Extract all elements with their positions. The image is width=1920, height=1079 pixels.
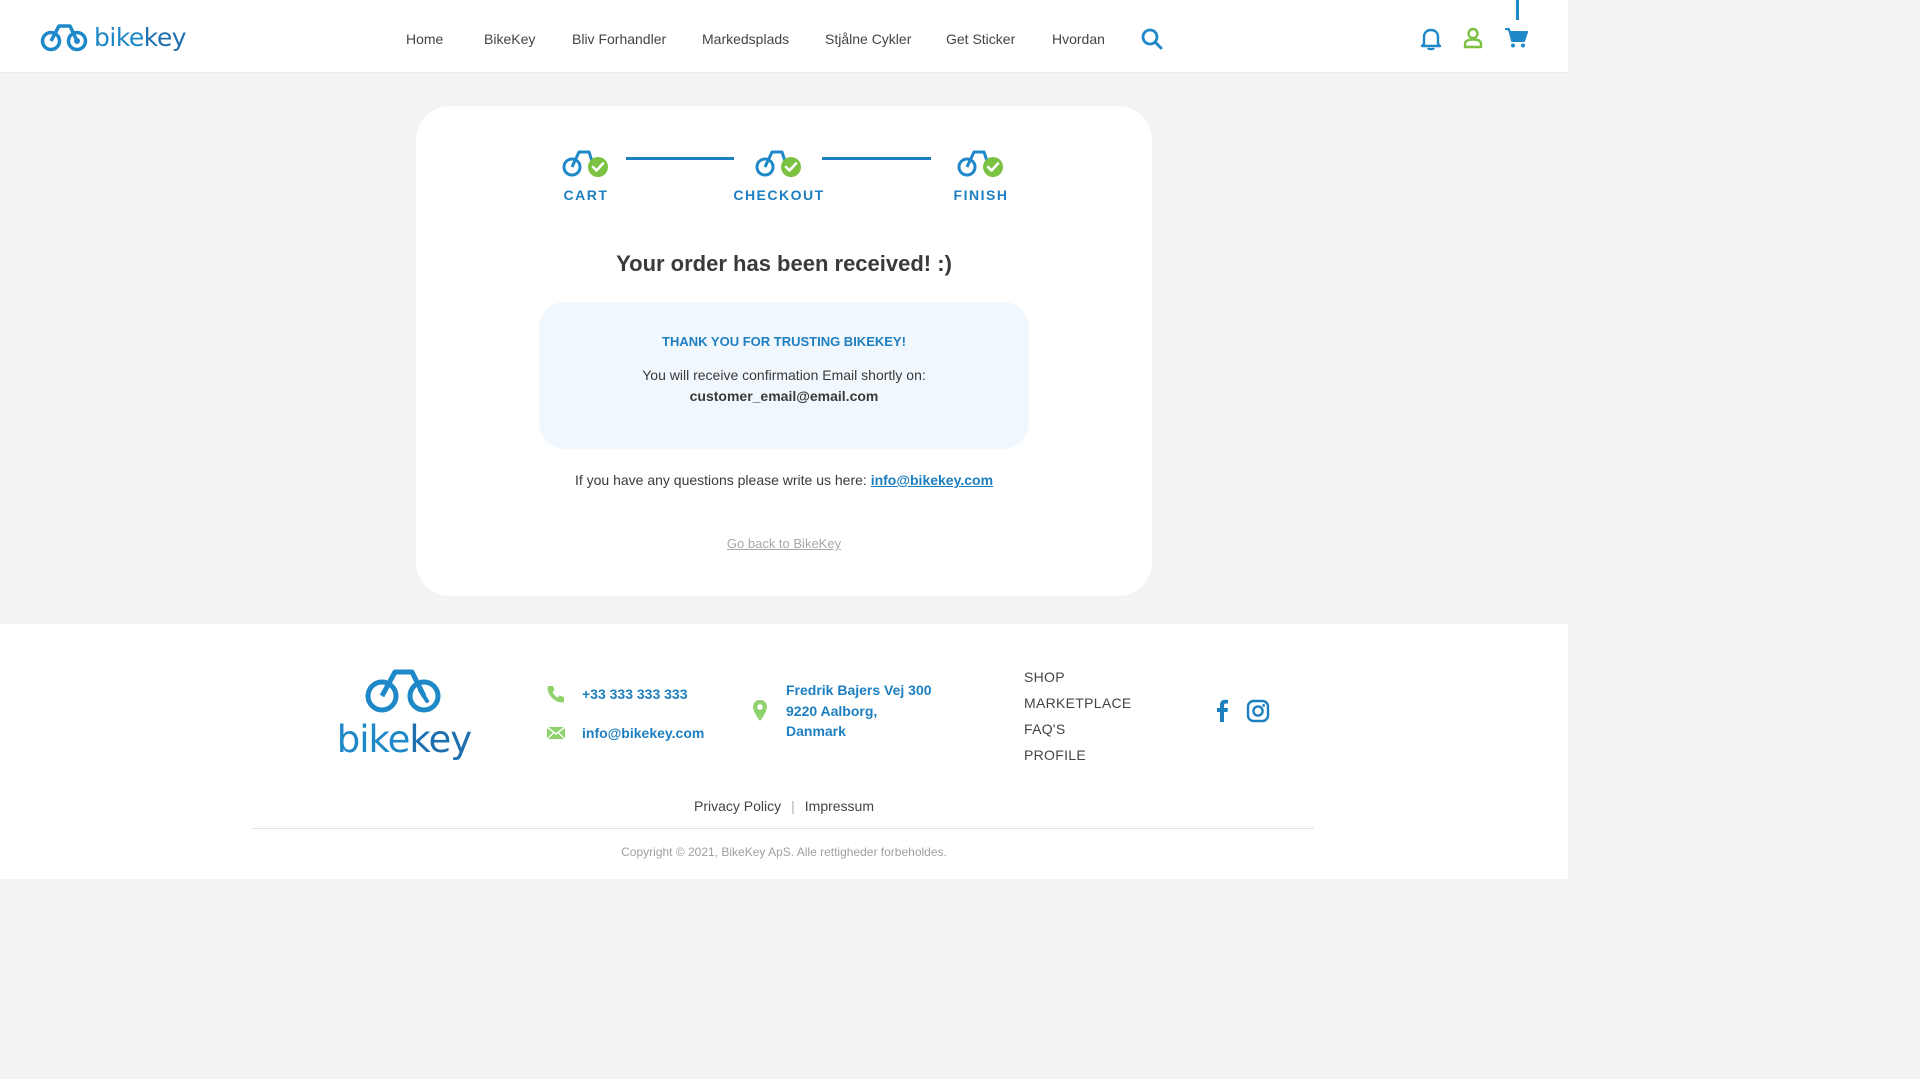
nav-markedsplads[interactable]: Markedsplads <box>702 30 789 48</box>
customer-email: customer_email@email.com <box>689 388 879 404</box>
legal-separator: | <box>791 798 795 814</box>
bell-icon[interactable] <box>1420 27 1442 51</box>
footer-phone[interactable]: +33 333 333 333 <box>546 684 688 704</box>
cart-icon[interactable] <box>1504 27 1528 49</box>
nav-bliv-forhandler[interactable]: Bliv Forhandler <box>572 30 666 48</box>
step-cart: CART <box>526 146 646 203</box>
footer-address: Fredrik Bajers Vej 300 9220 Aalborg, Dan… <box>752 680 932 742</box>
instagram-icon[interactable] <box>1246 699 1270 723</box>
phone-number: +33 333 333 333 <box>582 686 688 702</box>
nav-bikekey[interactable]: BikeKey <box>484 30 535 48</box>
step-label: CART <box>563 187 609 203</box>
bike-check-icon <box>755 150 801 177</box>
phone-icon <box>547 686 564 703</box>
address-line-1: Fredrik Bajers Vej 300 <box>786 682 932 698</box>
mail-icon <box>546 726 566 740</box>
support-email-link[interactable]: info@bikekey.com <box>871 472 993 488</box>
bike-logo-icon <box>40 24 88 52</box>
step-connector <box>822 157 931 160</box>
back-link-wrap: Go back to BikeKey <box>416 536 1152 551</box>
footer-email[interactable]: info@bikekey.com <box>546 725 704 741</box>
bike-check-icon <box>957 150 1003 177</box>
footer-links: SHOP MARKETPLACE FAQ'S PROFILE <box>1024 664 1132 768</box>
questions-line: If you have any questions please write u… <box>416 472 1152 488</box>
location-pin-icon <box>753 699 767 721</box>
page-title: Your order has been received! :) <box>616 251 952 276</box>
nav-hvordan[interactable]: Hvordan <box>1052 30 1105 48</box>
footer-link-faqs[interactable]: FAQ'S <box>1024 716 1132 742</box>
nav-home[interactable]: Home <box>406 30 443 48</box>
cart-indicator <box>1516 0 1519 20</box>
footer-link-profile[interactable]: PROFILE <box>1024 742 1132 768</box>
search-icon[interactable] <box>1141 28 1163 50</box>
header-logo[interactable]: bikekey <box>40 22 187 52</box>
legal-links: Privacy Policy | Impressum <box>0 798 1568 814</box>
bike-logo-icon <box>365 669 441 713</box>
site-footer: bikekey +33 333 333 333 info@bikekey.com… <box>0 624 1568 879</box>
privacy-policy-link[interactable]: Privacy Policy <box>694 798 781 814</box>
nav-stjalne-cykler[interactable]: Stjålne Cykler <box>825 30 911 48</box>
impressum-link[interactable]: Impressum <box>805 798 874 814</box>
go-back-link[interactable]: Go back to BikeKey <box>727 536 841 551</box>
questions-text: If you have any questions please write u… <box>574 472 867 488</box>
facebook-icon[interactable] <box>1214 699 1230 723</box>
footer-logo-text: bikekey <box>336 718 472 761</box>
footer-link-shop[interactable]: SHOP <box>1024 664 1132 690</box>
step-label: CHECKOUT <box>733 187 825 203</box>
step-label: FINISH <box>953 187 1009 203</box>
thanks-heading: THANK YOU FOR TRUSTING BIKEKEY! <box>662 334 906 349</box>
footer-divider <box>252 828 1314 829</box>
step-checkout: CHECKOUT <box>719 146 839 203</box>
bike-check-icon <box>562 150 608 177</box>
footer-logo[interactable]: bikekey <box>334 666 474 758</box>
order-confirmation-card: CART CHECKOUT FINISH Your order has been… <box>416 106 1152 596</box>
address-line-2: 9220 Aalborg, <box>786 702 878 719</box>
site-header: bikekey Home BikeKey Bliv Forhandler Mar… <box>0 0 1568 73</box>
step-finish: FINISH <box>921 146 1041 203</box>
email-address: info@bikekey.com <box>582 725 705 741</box>
address-line-3: Danmark <box>786 723 846 739</box>
confirmation-text: You will receive confirmation Email shor… <box>642 367 926 383</box>
nav-get-sticker[interactable]: Get Sticker <box>946 30 1015 48</box>
user-icon[interactable] <box>1463 27 1483 49</box>
step-connector <box>626 157 734 160</box>
confirmation-box: THANK YOU FOR TRUSTING BIKEKEY! You will… <box>539 302 1029 449</box>
logo-text: bikekey <box>94 22 187 52</box>
copyright: Copyright © 2021, BikeKey ApS. Alle rett… <box>621 845 947 859</box>
footer-link-marketplace[interactable]: MARKETPLACE <box>1024 690 1132 716</box>
